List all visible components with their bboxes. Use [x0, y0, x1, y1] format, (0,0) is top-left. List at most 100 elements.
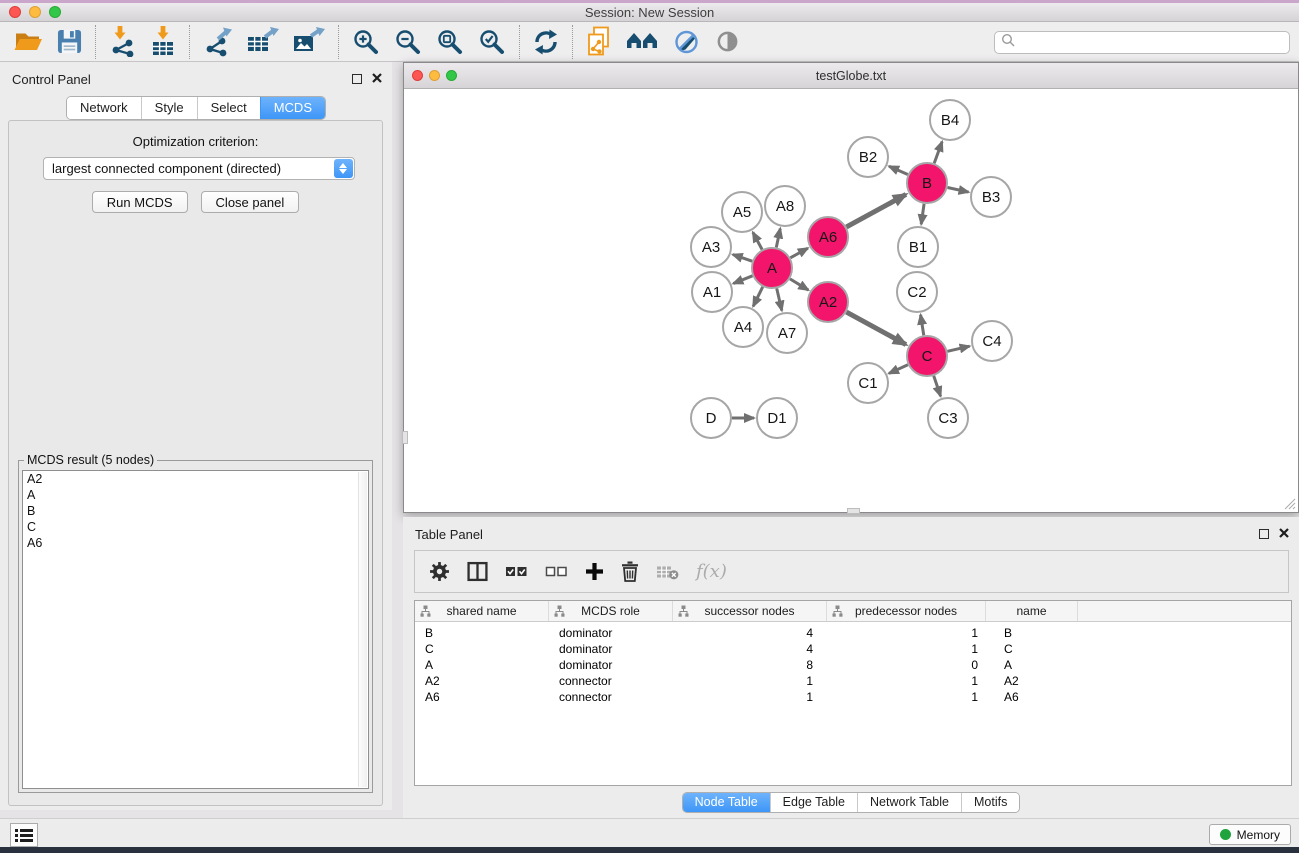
result-item[interactable]: A2 [23, 471, 368, 487]
result-item[interactable]: A6 [23, 535, 368, 551]
node-D[interactable]: D [691, 398, 731, 438]
node-B2[interactable]: B2 [848, 137, 888, 177]
table-row[interactable]: A2connector11A2 [415, 673, 1291, 689]
export-network-icon[interactable] [203, 27, 233, 57]
show-columns-icon[interactable] [467, 561, 488, 582]
search-input[interactable] [1019, 36, 1289, 50]
edge-A2-C[interactable] [846, 312, 905, 344]
select-all-icon[interactable] [505, 563, 528, 580]
resize-grip-icon[interactable] [1283, 497, 1296, 510]
node-B3[interactable]: B3 [971, 177, 1011, 217]
save-session-icon[interactable] [57, 29, 82, 54]
task-history-button[interactable] [10, 823, 38, 847]
tab-edge-table[interactable]: Edge Table [770, 793, 857, 812]
zoom-in-icon[interactable] [352, 28, 380, 56]
node-A1[interactable]: A1 [692, 272, 732, 312]
edge-B-B1[interactable] [921, 204, 924, 224]
network-window-titlebar[interactable]: testGlobe.txt [404, 63, 1298, 89]
node-C2[interactable]: C2 [897, 272, 937, 312]
deselect-all-icon[interactable] [545, 563, 568, 580]
edge-A-A3[interactable] [733, 254, 752, 261]
search-field[interactable] [994, 31, 1290, 54]
close-panel-button[interactable]: Close panel [201, 191, 300, 213]
mcds-result-list[interactable]: A2ABCA6 [22, 470, 369, 789]
node-C3[interactable]: C3 [928, 398, 968, 438]
node-table[interactable]: shared nameMCDS rolesuccessor nodesprede… [414, 600, 1292, 786]
open-session-icon[interactable] [13, 29, 43, 54]
edge-A-A7[interactable] [777, 288, 782, 310]
edge-A-A8[interactable] [776, 229, 780, 248]
new-column-icon[interactable] [585, 562, 604, 581]
tab-node-table[interactable]: Node Table [683, 793, 770, 812]
node-A5[interactable]: A5 [722, 192, 762, 232]
criterion-dropdown[interactable]: largest connected component (directed) [43, 157, 355, 180]
splitter-handle[interactable] [402, 431, 408, 444]
result-item[interactable]: C [23, 519, 368, 535]
node-A7[interactable]: A7 [767, 313, 807, 353]
zoom-selected-icon[interactable] [478, 28, 506, 56]
tab-network[interactable]: Network [67, 97, 141, 119]
show-graphics-details-icon[interactable] [715, 29, 740, 54]
zoom-out-icon[interactable] [394, 28, 422, 56]
edge-A-A4[interactable] [753, 287, 763, 307]
close-panel-icon[interactable] [1279, 525, 1289, 543]
close-panel-icon[interactable] [372, 70, 382, 88]
column-header-shared-name[interactable]: shared name [415, 601, 549, 621]
delete-table-icon[interactable] [656, 564, 679, 580]
result-item[interactable]: A [23, 487, 368, 503]
node-D1[interactable]: D1 [757, 398, 797, 438]
export-table-icon[interactable] [247, 27, 279, 57]
clone-network-icon[interactable] [586, 26, 612, 57]
edge-C-C3[interactable] [934, 376, 941, 396]
node-C4[interactable]: C4 [972, 321, 1012, 361]
node-A8[interactable]: A8 [765, 186, 805, 226]
float-panel-icon[interactable] [352, 74, 362, 84]
result-list-scrollbar[interactable] [358, 472, 367, 787]
column-header-predecessor-nodes[interactable]: predecessor nodes [827, 601, 986, 621]
table-header-row[interactable]: shared nameMCDS rolesuccessor nodesprede… [415, 601, 1291, 622]
run-mcds-button[interactable]: Run MCDS [92, 191, 188, 213]
delete-columns-icon[interactable] [621, 561, 639, 582]
node-C[interactable]: C [907, 336, 947, 376]
node-B4[interactable]: B4 [930, 100, 970, 140]
tab-select[interactable]: Select [197, 97, 260, 119]
table-row[interactable]: A6connector11A6 [415, 689, 1291, 705]
import-table-icon[interactable] [150, 26, 176, 57]
node-A2[interactable]: A2 [808, 282, 848, 322]
table-row[interactable]: Adominator80A [415, 657, 1291, 673]
zoom-fit-icon[interactable] [436, 28, 464, 56]
edge-A-A5[interactable] [753, 232, 762, 249]
edge-A-A2[interactable] [790, 279, 808, 290]
refresh-icon[interactable] [533, 29, 559, 55]
result-item[interactable]: B [23, 503, 368, 519]
column-header-successor-nodes[interactable]: successor nodes [673, 601, 827, 621]
edge-B-B3[interactable] [948, 187, 969, 192]
column-header-name[interactable]: name [986, 601, 1078, 621]
edge-C-C2[interactable] [921, 315, 924, 336]
edge-C-C4[interactable] [947, 346, 969, 351]
edge-C-C1[interactable] [889, 365, 908, 374]
node-A[interactable]: A [752, 248, 792, 288]
memory-button[interactable]: Memory [1209, 824, 1291, 845]
tab-network-table[interactable]: Network Table [857, 793, 961, 812]
hide-selected-icon[interactable] [673, 28, 701, 56]
float-panel-icon[interactable] [1259, 529, 1269, 539]
node-B1[interactable]: B1 [898, 227, 938, 267]
edge-A-A6[interactable] [790, 248, 808, 258]
node-A6[interactable]: A6 [808, 217, 848, 257]
export-image-icon[interactable] [293, 27, 325, 57]
edge-A6-B[interactable] [846, 194, 905, 226]
column-header-MCDS-role[interactable]: MCDS role [549, 601, 673, 621]
first-neighbors-icon[interactable] [626, 30, 659, 54]
function-builder-icon[interactable]: f(x) [696, 561, 727, 582]
table-row[interactable]: Bdominator41B [415, 625, 1291, 641]
node-B[interactable]: B [907, 163, 947, 203]
edge-B-B4[interactable] [934, 142, 942, 164]
edge-B-B2[interactable] [889, 166, 908, 174]
edge-A-A1[interactable] [733, 276, 752, 284]
import-network-icon[interactable] [109, 26, 136, 57]
tab-style[interactable]: Style [141, 97, 197, 119]
node-A4[interactable]: A4 [723, 307, 763, 347]
table-row[interactable]: Cdominator41C [415, 641, 1291, 657]
tab-motifs[interactable]: Motifs [961, 793, 1019, 812]
